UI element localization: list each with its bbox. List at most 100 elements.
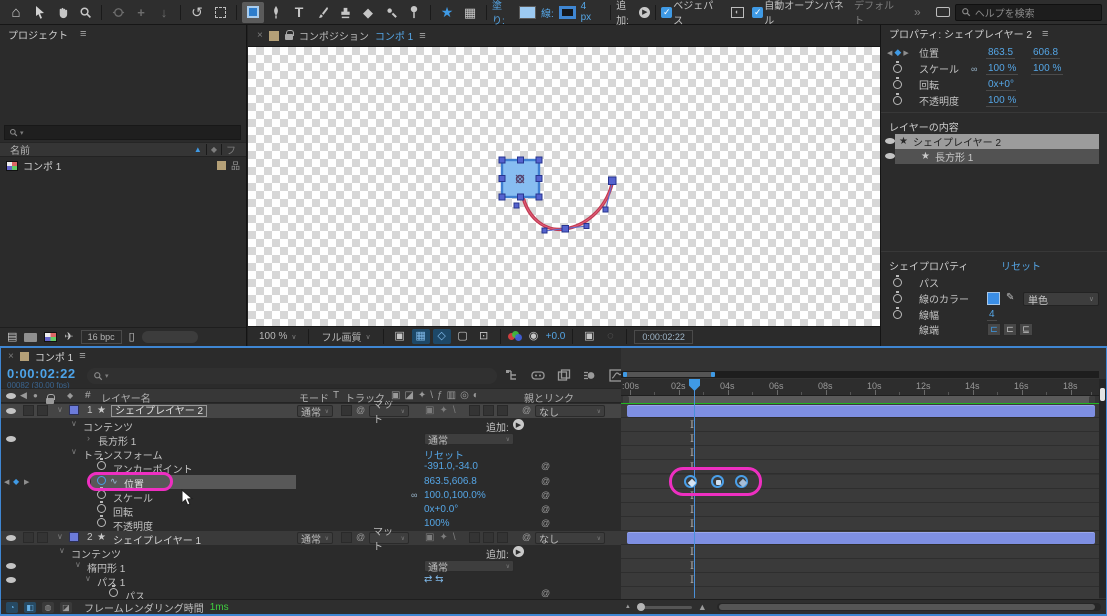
pickwhip-icon[interactable]: @ xyxy=(541,518,550,528)
pan-camera-tool[interactable]: + xyxy=(130,2,152,23)
layer-row-1[interactable]: ∨ 1 ★ シェイプレイヤー 2 通常∨ @ マット∨ ▣✦\ @ なし∨ xyxy=(1,404,621,418)
prev-keyframe-icon[interactable]: ◀ xyxy=(887,49,892,57)
mask-options-icon[interactable]: ◐ xyxy=(726,2,748,23)
eye-icon[interactable] xyxy=(6,535,16,541)
group-row-transform[interactable]: ∨ トランスフォーム リセット xyxy=(1,446,621,460)
resolution-dropdown[interactable]: フル画質∨ xyxy=(316,329,375,344)
new-folder-icon[interactable] xyxy=(24,333,37,342)
solo-cell[interactable] xyxy=(23,532,34,543)
rotate-tool[interactable]: ↺ xyxy=(186,2,208,23)
project-search-input[interactable]: ▾ xyxy=(4,125,241,140)
text-tool[interactable]: T xyxy=(288,2,310,23)
eraser-tool[interactable]: ◆ xyxy=(357,2,379,23)
stopwatch-icon[interactable] xyxy=(109,588,118,597)
link-icon[interactable]: ∞ xyxy=(971,64,977,74)
project-column-headers[interactable]: 名前 ▲ ◆ フ xyxy=(0,142,246,157)
lock-cell[interactable] xyxy=(37,405,48,416)
solo-column-icon[interactable]: ● xyxy=(33,391,38,400)
track-matte-cell[interactable] xyxy=(341,405,352,416)
label-color-swatch[interactable] xyxy=(217,161,226,170)
brush-tool[interactable] xyxy=(311,2,333,23)
switches-column-icons[interactable]: ▣◪✦\ƒ▥◎◐ xyxy=(391,390,483,401)
switch-cell[interactable] xyxy=(469,532,480,543)
transparency-grid-icon[interactable]: ▦ xyxy=(459,2,481,23)
prop-value[interactable]: 863.5,606.8 xyxy=(424,476,477,487)
home-button[interactable]: ⌂ xyxy=(5,2,27,23)
viewer-timecode[interactable]: 0:00:02:22 xyxy=(634,330,693,344)
switch-cell[interactable] xyxy=(497,405,508,416)
layer-color-swatch[interactable] xyxy=(69,405,79,415)
quick-preview-icon[interactable]: ◔ xyxy=(6,602,18,613)
region-of-interest-icon[interactable]: ▣ xyxy=(391,329,409,344)
workspace-selector[interactable]: デフォルト xyxy=(854,0,903,27)
composition-tab-kind[interactable]: コンポジション xyxy=(299,28,369,43)
eye-icon[interactable] xyxy=(885,153,895,159)
next-keyframe-icon[interactable]: ▶ xyxy=(24,478,29,486)
group-row-contents[interactable]: ∨ コンテンツ 追加: ▶ xyxy=(1,418,621,432)
zoom-tool[interactable] xyxy=(74,2,96,23)
track-matte-dropdown[interactable]: マット∨ xyxy=(369,532,409,544)
bezier-path-checkbox[interactable]: ✓ xyxy=(661,7,672,18)
trkmat-t-column-header[interactable]: T xyxy=(333,390,339,401)
auto-open-panels-checkbox[interactable]: ✓ xyxy=(752,7,763,18)
pickwhip-icon[interactable]: @ xyxy=(356,532,365,542)
prop-row-opacity[interactable]: 不透明度 100% @ xyxy=(1,517,621,531)
audio-column-icon[interactable]: ◀ xyxy=(20,390,27,401)
reset-link[interactable]: リセット xyxy=(1001,258,1041,273)
guides-icon[interactable]: ▢ xyxy=(454,329,472,344)
flowchart-icon[interactable]: 品 xyxy=(231,159,240,172)
pickwhip-icon[interactable]: @ xyxy=(541,588,550,598)
switch-cell[interactable] xyxy=(483,405,494,416)
puppet-pin-tool[interactable] xyxy=(403,2,425,23)
hand-tool[interactable] xyxy=(51,2,73,23)
orbit-camera-tool[interactable] xyxy=(107,2,129,23)
number-column-header[interactable]: # xyxy=(85,390,91,401)
expand-chevron-icon[interactable]: ∨ xyxy=(75,560,81,569)
add-menu-icon[interactable]: ▶ xyxy=(513,546,524,557)
eye-icon[interactable] xyxy=(885,138,895,144)
pickwhip-icon[interactable]: @ xyxy=(541,490,550,500)
keyframe-diamond-icon[interactable]: ◆ xyxy=(13,477,19,486)
next-keyframe-icon[interactable]: ▶ xyxy=(903,49,908,57)
parent-dropdown[interactable]: なし∨ xyxy=(535,405,605,417)
parent-dropdown[interactable]: なし∨ xyxy=(535,532,605,544)
shape-blend-mode-dropdown[interactable]: 通常∨ xyxy=(424,433,514,445)
add-play-icon[interactable]: ▶ xyxy=(639,7,650,18)
layer-duration-bar-2[interactable] xyxy=(627,532,1095,544)
prop-value[interactable]: 0x+0.0° xyxy=(424,504,458,515)
track-row[interactable] xyxy=(621,404,1099,418)
track-matte-cell[interactable] xyxy=(341,532,352,543)
timeline-horizontal-navigator[interactable] xyxy=(621,371,1099,378)
stopwatch-icon[interactable] xyxy=(893,294,902,303)
timeline-search-input[interactable]: ▾ xyxy=(87,368,497,384)
pen-tool[interactable] xyxy=(265,2,287,23)
trash-icon[interactable]: ▯ xyxy=(129,332,135,343)
pan-behind-tool[interactable] xyxy=(209,2,231,23)
adjust-icon[interactable]: ✈ xyxy=(64,332,73,343)
name-column-header[interactable]: 名前 xyxy=(10,142,30,157)
composition-tab-name[interactable]: コンポ 1 xyxy=(375,28,413,43)
label-column-icon[interactable]: ◆ xyxy=(211,145,217,154)
layer-switches[interactable]: ▣✦\ xyxy=(425,405,461,416)
workspace-more-chevrons[interactable]: » xyxy=(914,5,921,19)
collapsed-chevron-icon[interactable]: › xyxy=(87,433,90,443)
workspace-icon[interactable] xyxy=(932,2,954,23)
lock-cell[interactable] xyxy=(37,532,48,543)
sort-ascending-icon[interactable]: ▲ xyxy=(194,145,202,154)
content-layer-name[interactable]: 長方形 1 xyxy=(935,149,973,164)
show-snapshot-icon[interactable]: ◌ xyxy=(601,329,619,344)
stroke-size[interactable]: 4 px xyxy=(581,1,600,23)
projecting-cap-button[interactable]: ⊑ xyxy=(1019,323,1033,336)
project-tab[interactable]: プロジェクト xyxy=(8,27,68,42)
eye-column-icon[interactable] xyxy=(6,393,16,399)
switch-cell[interactable] xyxy=(483,532,494,543)
stopwatch-icon[interactable] xyxy=(893,64,902,73)
roto-brush-tool[interactable] xyxy=(380,2,402,23)
parent-pickwhip-icon[interactable]: @ xyxy=(522,532,531,542)
stroke-color-swatch[interactable] xyxy=(559,6,576,19)
project-bpc-button[interactable]: 16 bpc xyxy=(81,330,122,344)
crop-icon[interactable]: ⊡ xyxy=(475,329,493,344)
parent-pickwhip-icon[interactable]: @ xyxy=(522,405,531,415)
current-timecode[interactable]: 0:00:02:22 xyxy=(7,366,76,381)
prop-row-scale[interactable]: スケール ∞ 100.0,100.0% @ xyxy=(1,489,621,503)
